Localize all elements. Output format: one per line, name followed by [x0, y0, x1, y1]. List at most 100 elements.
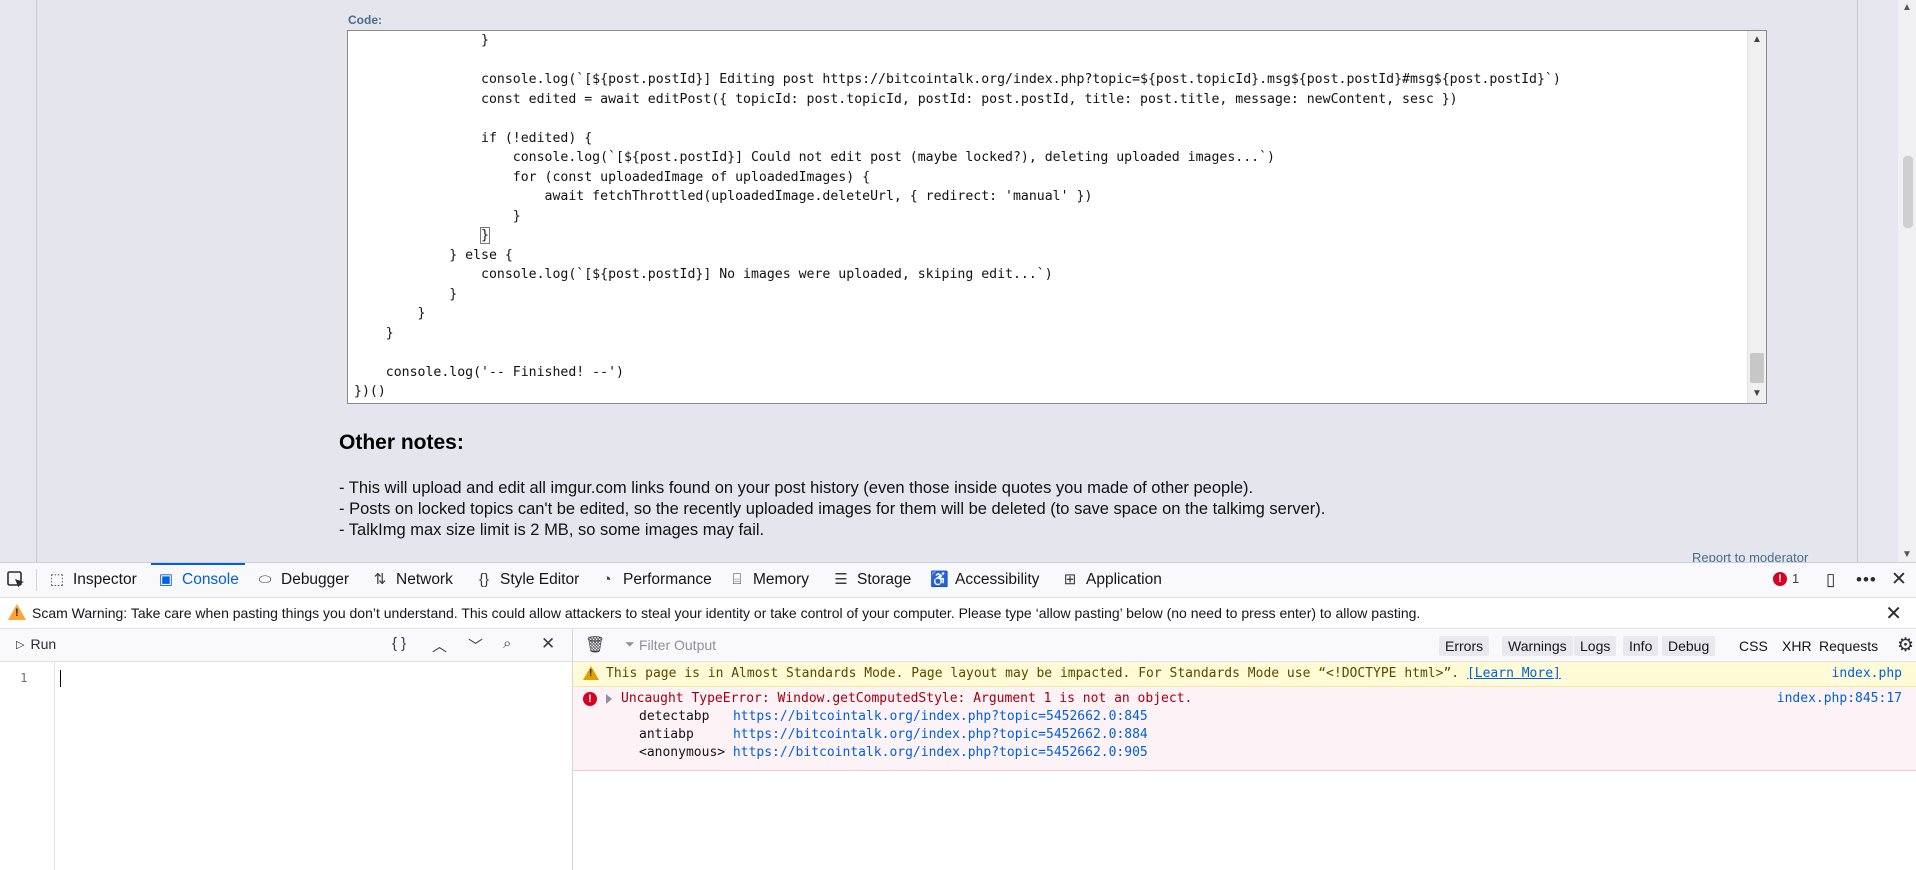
tab-inspector[interactable]: ⬚ Inspector — [48, 563, 137, 597]
note-line: - This will upload and edit all imgur.co… — [339, 479, 1254, 497]
close-editor-icon[interactable]: ✕ — [541, 634, 555, 654]
memory-icon: ⌸ — [732, 571, 742, 588]
filter-info[interactable]: Info — [1623, 636, 1659, 656]
code-line: await fetchThrottled(uploadedImage.delet… — [354, 189, 1093, 204]
code-line: } else { — [354, 247, 513, 263]
run-button[interactable]: ▷ Run — [16, 636, 56, 652]
code-line: console.log(`[${post.postId}] Could not … — [354, 150, 1275, 165]
error-count-badge[interactable]: ! 1 — [1773, 571, 1799, 586]
code-block[interactable]: } console.log(`[${post.postId}] Editing … — [347, 30, 1767, 404]
scroll-up-icon[interactable]: ▲ — [1898, 2, 1916, 13]
console-output: 🗑 ⏷ Errors Warnings Logs Info Debug CSS … — [573, 629, 1916, 870]
tab-label: Application — [1086, 571, 1162, 588]
debugger-icon: ⬭ — [258, 571, 272, 588]
error-text: Uncaught TypeError: Window.getComputedSt… — [621, 691, 1193, 706]
code-scrollbar[interactable]: ▲ ▼ — [1747, 31, 1766, 403]
page-scrollbar[interactable]: ▲ ▼ — [1898, 0, 1916, 562]
play-icon: ▷ — [16, 638, 25, 651]
scroll-up-icon[interactable]: ▲ — [1748, 31, 1766, 49]
matched-brace: } — [480, 227, 490, 244]
page-scroll-thumb[interactable] — [1903, 156, 1913, 228]
code-text: } console.log(`[${post.postId}] Editing … — [354, 31, 1561, 402]
tab-accessibility[interactable]: ♿ Accessibility — [930, 563, 1039, 597]
accessibility-icon: ♿ — [930, 571, 949, 588]
inspector-icon: ⬚ — [49, 571, 65, 588]
editor-toolbar: ▷ Run { } ︿ ﹀ ⌕ ✕ — [0, 629, 572, 662]
application-icon: ⊞ — [1063, 571, 1077, 588]
code-scroll-thumb[interactable] — [1750, 353, 1764, 383]
toggle-requests[interactable]: Requests — [1813, 636, 1884, 656]
dock-side-icon[interactable]: ▯ — [1826, 570, 1835, 590]
line-number: 1 — [20, 670, 28, 685]
tab-label: Inspector — [73, 571, 137, 588]
tab-network[interactable]: ⇅ Network — [371, 563, 453, 597]
tab-label: Performance — [623, 571, 712, 588]
filter-warnings[interactable]: Warnings — [1502, 636, 1573, 656]
filter-errors[interactable]: Errors — [1439, 636, 1490, 656]
code-line: } — [354, 208, 521, 224]
pretty-print-icon[interactable]: { } — [392, 635, 406, 652]
error-icon: ! — [583, 692, 597, 706]
warning-icon: ! — [583, 666, 599, 680]
tab-console[interactable]: ▣ Console — [151, 563, 245, 597]
notes-heading: Other notes: — [339, 431, 464, 454]
frame-location-link[interactable]: https://bitcointalk.org/index.php?topic=… — [733, 745, 1148, 760]
storage-icon: ☰ — [834, 571, 848, 588]
code-line: } — [354, 306, 426, 321]
line-gutter: 1 — [0, 662, 55, 870]
network-icon: ⇅ — [373, 571, 387, 588]
toggle-css[interactable]: CSS — [1733, 636, 1774, 656]
output-toolbar: 🗑 ⏷ Errors Warnings Logs Info Debug CSS … — [573, 629, 1916, 662]
console-error-message: ! Uncaught TypeError: Window.getComputed… — [573, 687, 1916, 771]
filter-output-input[interactable] — [637, 634, 1141, 656]
tab-storage[interactable]: ☰ Storage — [832, 563, 911, 597]
history-up-icon[interactable]: ︿ — [432, 635, 447, 656]
close-icon[interactable]: ✕ — [1885, 601, 1902, 626]
reverse-search-icon[interactable]: ⌕ — [503, 635, 511, 652]
editor-caret[interactable] — [60, 670, 61, 687]
tab-style-editor[interactable]: {} Style Editor — [475, 563, 579, 597]
warning-text: This page is in Almost Standards Mode. P… — [606, 666, 1460, 681]
learn-more-link[interactable]: [Learn More] — [1467, 666, 1561, 681]
tab-label: Console — [182, 571, 239, 588]
console-editor: ▷ Run { } ︿ ﹀ ⌕ ✕ 1 — [0, 629, 573, 870]
filter-debug[interactable]: Debug — [1662, 636, 1716, 656]
scroll-down-icon[interactable]: ▼ — [1898, 549, 1916, 560]
scroll-down-icon[interactable]: ▼ — [1748, 385, 1766, 403]
code-line: for (const uploadedImage of uploadedImag… — [354, 169, 871, 185]
toggle-xhr[interactable]: XHR — [1776, 636, 1818, 656]
code-line: console.log(`[${post.postId}] Editing po… — [354, 72, 1561, 87]
code-line: if (!edited) { — [354, 130, 593, 146]
tab-application[interactable]: ⊞ Application — [1061, 563, 1162, 597]
note-line: - Posts on locked topics can't be edited… — [339, 500, 1326, 518]
warning-text-row: This page is in Almost Standards Mode. P… — [606, 666, 1561, 681]
tab-label: Style Editor — [500, 571, 580, 588]
element-picker-icon[interactable] — [6, 570, 26, 590]
tab-label: Network — [396, 571, 453, 588]
message-source-link[interactable]: index.php — [1832, 666, 1902, 681]
tab-debugger[interactable]: ⬭ Debugger — [256, 563, 349, 597]
tab-label: Debugger — [281, 571, 350, 588]
filter-logs[interactable]: Logs — [1574, 636, 1617, 656]
message-source-link[interactable]: index.php:845:17 — [1777, 691, 1902, 706]
clear-console-icon[interactable]: 🗑 — [585, 635, 605, 655]
tab-memory[interactable]: ⌸ Memory — [728, 563, 809, 597]
filter-icon: ⏷ — [625, 637, 635, 651]
frame-location-link[interactable]: https://bitcointalk.org/index.php?topic=… — [733, 709, 1148, 724]
stack-frame: detectabp https://bitcointalk.org/index.… — [639, 709, 1148, 724]
console-icon: ▣ — [158, 571, 174, 588]
close-devtools-icon[interactable]: ✕ — [1891, 568, 1907, 591]
frame-function: <anonymous> — [639, 745, 726, 760]
report-to-moderator-link[interactable]: Report to moderator — [1692, 550, 1808, 562]
run-label: Run — [30, 636, 57, 652]
expand-arrow-icon[interactable] — [606, 694, 612, 704]
devtools-panel: ⬚ Inspector ▣ Console ⬭ Debugger ⇅ Netwo… — [0, 562, 1916, 870]
console-settings-icon[interactable]: ⚙ — [1897, 634, 1914, 657]
frame-location-link[interactable]: https://bitcointalk.org/index.php?topic=… — [733, 727, 1148, 742]
tab-performance[interactable]: ◔ Performance — [598, 563, 712, 597]
frame-function: antiabp — [639, 727, 694, 742]
history-down-icon[interactable]: ﹀ — [468, 635, 483, 656]
more-options-icon[interactable]: ••• — [1856, 570, 1877, 590]
scam-warning-text: Scam Warning: Take care when pasting thi… — [32, 605, 1421, 621]
toolbar-separator — [36, 569, 37, 591]
